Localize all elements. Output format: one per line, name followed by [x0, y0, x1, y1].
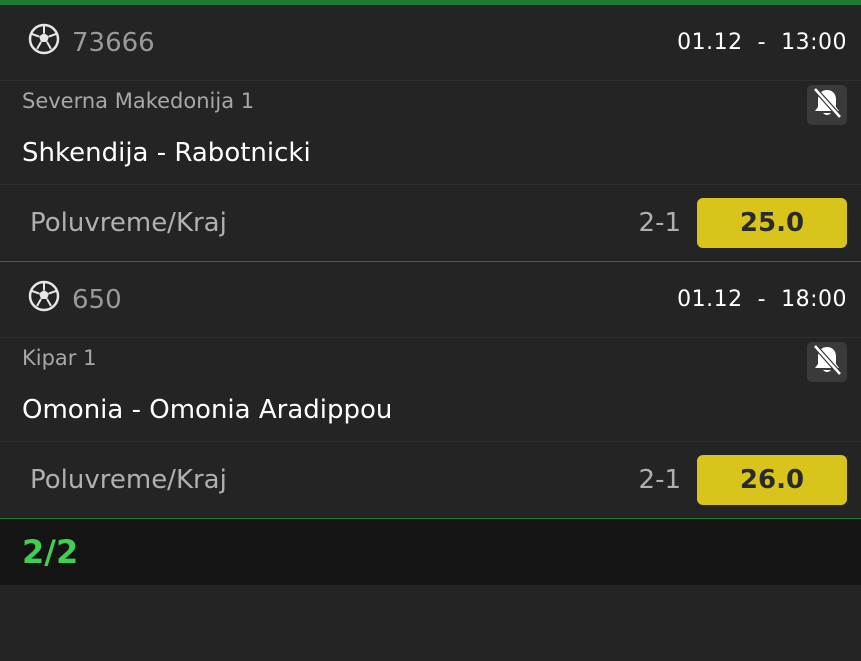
- league-name: Kipar 1: [22, 346, 97, 370]
- match-header: 650 01.12 - 18:00: [0, 262, 861, 338]
- match-date: 01.12: [677, 287, 743, 312]
- soccer-ball-icon: [28, 23, 60, 62]
- match-code-label: 73666: [72, 27, 155, 58]
- match-code: 73666: [28, 23, 155, 62]
- match-info: Kipar 1 Omonia - Omonia Aradippou: [0, 338, 861, 442]
- bet-tip: 2-1: [638, 208, 681, 238]
- soccer-ball-icon: [28, 280, 60, 319]
- odds-button[interactable]: 26.0: [697, 455, 847, 505]
- match-header: 73666 01.12 - 13:00: [0, 5, 861, 81]
- bet-row: Poluvreme/Kraj 2-1 25.0: [0, 185, 861, 261]
- odds-button[interactable]: 25.0: [697, 198, 847, 248]
- league-name: Severna Makedonija 1: [22, 89, 255, 113]
- notification-toggle[interactable]: [807, 85, 847, 125]
- date-time-separator: -: [757, 287, 767, 312]
- bet-selection: 2-1 26.0: [639, 455, 847, 505]
- match-time: 18:00: [781, 287, 847, 312]
- match-datetime: 01.12 - 13:00: [677, 30, 847, 55]
- date-time-separator: -: [757, 30, 767, 55]
- notification-toggle[interactable]: [807, 342, 847, 382]
- teams-name: Omonia - Omonia Aradippou: [22, 395, 393, 425]
- teams-name: Shkendija - Rabotnicki: [22, 138, 311, 168]
- match-info: Severna Makedonija 1 Shkendija - Rabotni…: [0, 81, 861, 185]
- bet-type: Poluvreme/Kraj: [30, 465, 227, 495]
- bell-off-icon: [810, 343, 844, 381]
- bet-type: Poluvreme/Kraj: [30, 208, 227, 238]
- bet-selection: 2-1 25.0: [639, 198, 847, 248]
- bell-off-icon: [810, 86, 844, 124]
- bet-row: Poluvreme/Kraj 2-1 26.0: [0, 442, 861, 518]
- match-date: 01.12: [677, 30, 743, 55]
- match-time: 13:00: [781, 30, 847, 55]
- match-card: 650 01.12 - 18:00 Kipar 1 Omonia - Omoni…: [0, 262, 861, 519]
- match-count: 2/2: [22, 533, 79, 571]
- match-code-label: 650: [72, 284, 122, 315]
- ticket-footer: 2/2: [0, 519, 861, 585]
- match-card: 73666 01.12 - 13:00 Severna Makedonija 1…: [0, 5, 861, 262]
- bet-tip: 2-1: [638, 465, 681, 495]
- match-datetime: 01.12 - 18:00: [677, 287, 847, 312]
- match-code: 650: [28, 280, 122, 319]
